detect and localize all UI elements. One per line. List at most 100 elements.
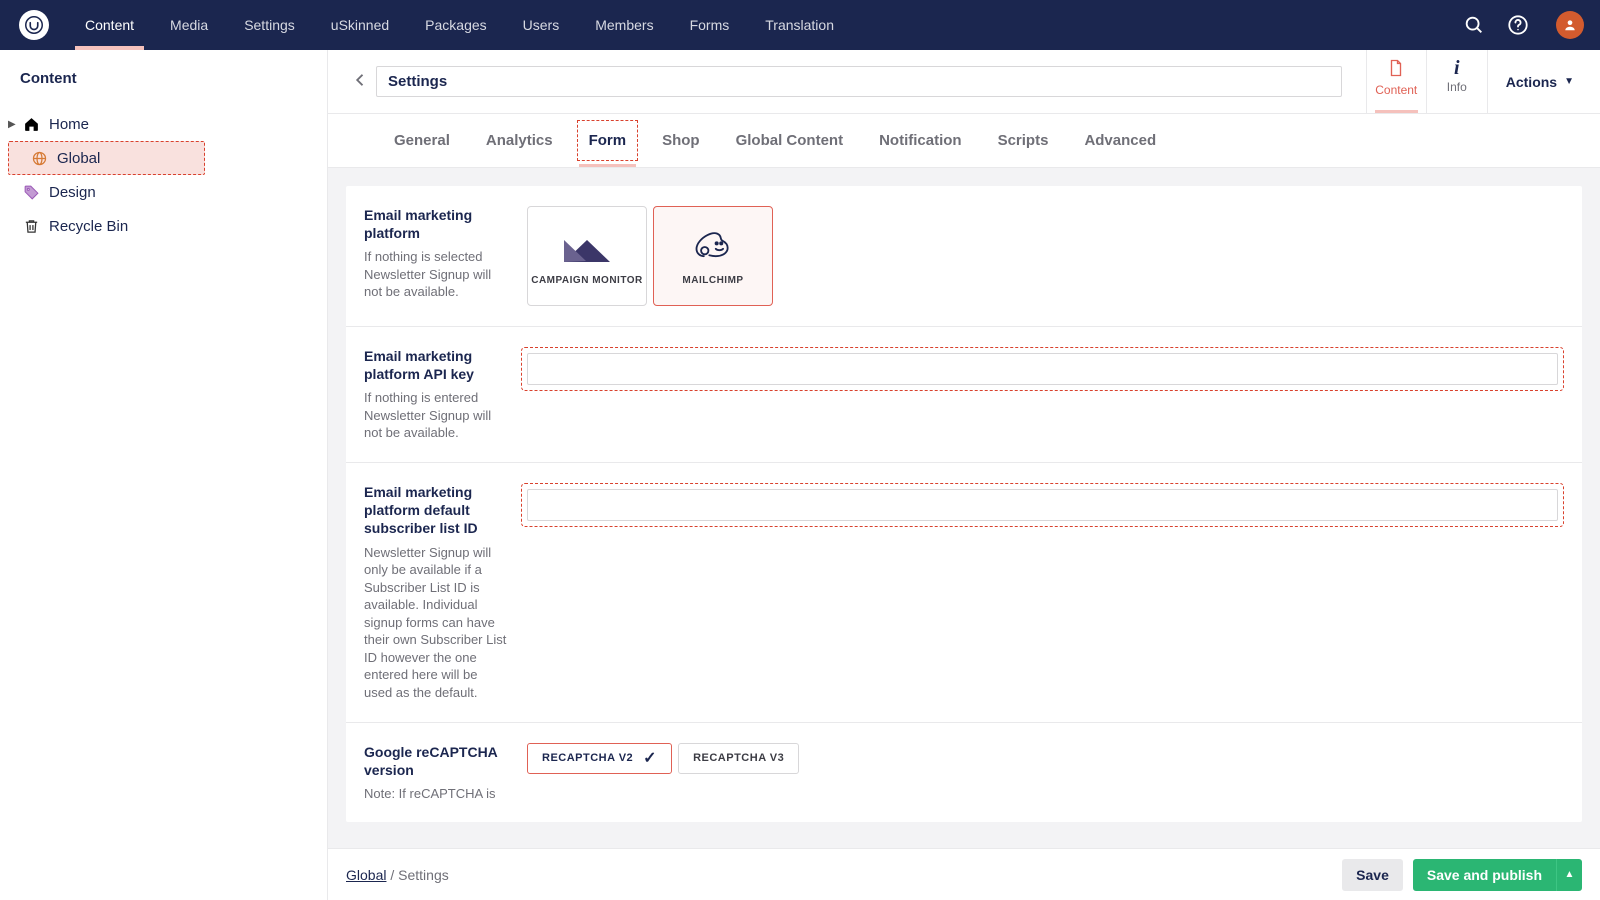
recaptcha-options: RECAPTCHA V2 ✓ RECAPTCHA V3 xyxy=(527,743,1564,774)
nav-members[interactable]: Members xyxy=(577,0,671,50)
nav-uskinned-label: uSkinned xyxy=(331,17,389,33)
tab-analytics[interactable]: Analytics xyxy=(468,114,571,167)
tag-icon xyxy=(21,182,41,202)
tab-scripts[interactable]: Scripts xyxy=(980,114,1067,167)
editor-header: Content i Info Actions ▼ xyxy=(328,50,1600,114)
chip-label: RECAPTCHA V3 xyxy=(693,752,784,764)
prop-email-platform: Email marketing platform If nothing is s… xyxy=(346,186,1582,327)
trash-icon xyxy=(21,216,41,236)
card-label: CAMPAIGN MONITOR xyxy=(531,275,643,286)
nav-users[interactable]: Users xyxy=(505,0,578,50)
actions-label: Actions xyxy=(1506,74,1557,90)
highlight-box xyxy=(521,483,1564,527)
prop-hint: Newsletter Signup will only be available… xyxy=(364,544,509,702)
api-key-input[interactable] xyxy=(527,353,1558,385)
prop-hint: Note: If reCAPTCHA is xyxy=(364,785,509,803)
node-title-input[interactable] xyxy=(376,66,1342,97)
umbraco-logo[interactable] xyxy=(19,10,49,40)
prop-list-id: Email marketing platform default subscri… xyxy=(346,463,1582,722)
platform-card-mailchimp[interactable]: MAILCHIMP xyxy=(653,206,773,306)
content-tree: Content ▶ Home Global Design xyxy=(0,50,328,900)
nav-media-label: Media xyxy=(170,17,208,33)
tab-general[interactable]: General xyxy=(376,114,468,167)
tab-advanced[interactable]: Advanced xyxy=(1066,114,1174,167)
nav-forms[interactable]: Forms xyxy=(672,0,748,50)
tab-global-content[interactable]: Global Content xyxy=(718,114,862,167)
tree-section-title: Content xyxy=(0,70,327,107)
nav-content[interactable]: Content xyxy=(67,0,152,50)
form-body: Email marketing platform If nothing is s… xyxy=(328,168,1600,848)
campaign-monitor-icon xyxy=(564,227,610,267)
app-label: Content xyxy=(1367,83,1426,97)
caret-down-icon: ▼ xyxy=(1564,76,1574,87)
nav-settings-label: Settings xyxy=(244,17,295,33)
prop-api-key: Email marketing platform API key If noth… xyxy=(346,327,1582,463)
save-publish-dropdown[interactable]: ▲ xyxy=(1556,859,1582,891)
help-icon[interactable] xyxy=(1496,0,1540,50)
breadcrumb-global[interactable]: Global xyxy=(346,867,386,883)
chip-recaptcha-v2[interactable]: RECAPTCHA V2 ✓ xyxy=(527,743,672,774)
nav-packages-label: Packages xyxy=(425,17,486,33)
tree-item-global[interactable]: Global xyxy=(8,141,205,175)
tree-item-design[interactable]: Design xyxy=(0,175,327,209)
tree-item-home[interactable]: ▶ Home xyxy=(0,107,327,141)
chip-recaptcha-v3[interactable]: RECAPTCHA V3 xyxy=(678,743,799,774)
nav-translation[interactable]: Translation xyxy=(747,0,852,50)
breadcrumb-sep: / xyxy=(390,867,398,883)
prop-label: Google reCAPTCHA version xyxy=(364,743,509,779)
nav-uskinned[interactable]: uSkinned xyxy=(313,0,407,50)
document-icon xyxy=(1367,58,1426,81)
caret-up-icon: ▲ xyxy=(1565,869,1575,880)
top-nav: Content Media Settings uSkinned Packages… xyxy=(0,0,1600,50)
editor: Content i Info Actions ▼ General Analyti… xyxy=(328,50,1600,900)
home-icon xyxy=(21,114,41,134)
chip-label: RECAPTCHA V2 xyxy=(542,752,633,764)
nav-translation-label: Translation xyxy=(765,17,834,33)
check-icon: ✓ xyxy=(643,748,657,768)
prop-hint: If nothing is entered Newsletter Signup … xyxy=(364,389,509,442)
nav-settings[interactable]: Settings xyxy=(226,0,313,50)
tree-label: Design xyxy=(49,184,96,201)
tree-label: Home xyxy=(49,116,89,133)
nav-packages[interactable]: Packages xyxy=(407,0,504,50)
globe-icon xyxy=(29,148,49,168)
app-info[interactable]: i Info xyxy=(1427,50,1487,113)
editor-footer: Global / Settings Save Save and publish … xyxy=(328,848,1600,900)
caret-icon[interactable]: ▶ xyxy=(8,119,20,130)
content-tabs: General Analytics Form Shop Global Conte… xyxy=(328,114,1600,168)
card-label: MAILCHIMP xyxy=(682,275,743,286)
actions-button[interactable]: Actions ▼ xyxy=(1487,50,1582,113)
nav-media[interactable]: Media xyxy=(152,0,226,50)
mailchimp-icon xyxy=(690,227,736,267)
tree-label: Global xyxy=(57,150,100,167)
tab-form[interactable]: Form xyxy=(571,114,645,167)
form-panel: Email marketing platform If nothing is s… xyxy=(346,186,1582,822)
tab-notification[interactable]: Notification xyxy=(861,114,980,167)
back-button[interactable] xyxy=(346,66,376,113)
tree-item-recycle-bin[interactable]: Recycle Bin xyxy=(0,209,327,243)
search-icon[interactable] xyxy=(1452,0,1496,50)
nav-content-label: Content xyxy=(85,17,134,33)
highlight-box xyxy=(521,347,1564,391)
save-publish-button[interactable]: Save and publish xyxy=(1413,859,1556,891)
top-nav-items: Content Media Settings uSkinned Packages… xyxy=(67,0,852,50)
breadcrumb-current: Settings xyxy=(398,867,449,883)
nav-users-label: Users xyxy=(523,17,560,33)
platform-card-campaign-monitor[interactable]: CAMPAIGN MONITOR xyxy=(527,206,647,306)
editor-apps: Content i Info xyxy=(1366,50,1487,113)
prop-label: Email marketing platform default subscri… xyxy=(364,483,509,538)
info-icon: i xyxy=(1427,58,1487,78)
prop-recaptcha: Google reCAPTCHA version Note: If reCAPT… xyxy=(346,723,1582,823)
prop-label: Email marketing platform API key xyxy=(364,347,509,383)
app-content[interactable]: Content xyxy=(1367,50,1427,113)
save-button[interactable]: Save xyxy=(1342,859,1403,891)
user-avatar[interactable] xyxy=(1556,11,1584,39)
breadcrumb: Global / Settings xyxy=(346,867,449,883)
tab-shop[interactable]: Shop xyxy=(644,114,718,167)
app-label: Info xyxy=(1427,80,1487,94)
prop-label: Email marketing platform xyxy=(364,206,509,242)
prop-hint: If nothing is selected Newsletter Signup… xyxy=(364,248,509,301)
nav-members-label: Members xyxy=(595,17,653,33)
list-id-input[interactable] xyxy=(527,489,1558,521)
tree-label: Recycle Bin xyxy=(49,218,128,235)
